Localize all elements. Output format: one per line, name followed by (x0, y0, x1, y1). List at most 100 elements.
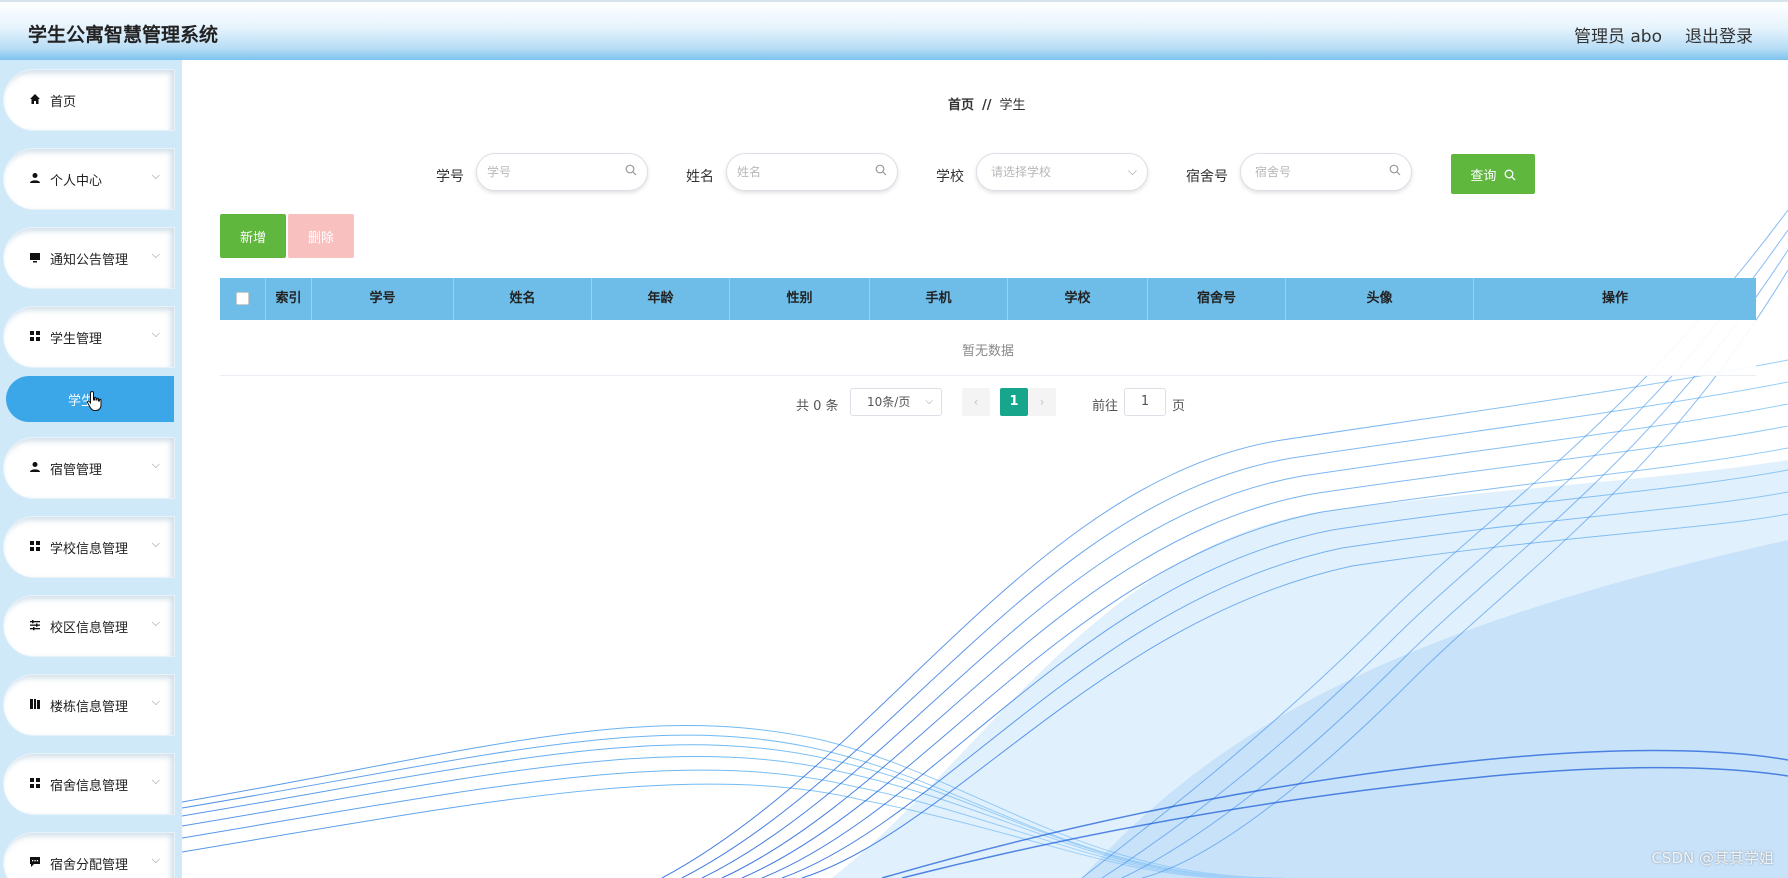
table-body: 暂无数据 (220, 320, 1756, 376)
school-label: 学校 (936, 169, 964, 185)
column-header[interactable]: 学校 (1008, 278, 1148, 320)
column-header[interactable]: 学号 (312, 278, 454, 320)
sidebar-item-label: 个人中心 (50, 174, 103, 189)
chevron-down-icon: ⌵ (151, 537, 160, 550)
page-size-select[interactable]: 10条/页 ⌵ (850, 388, 942, 416)
column-header[interactable]: 手机 (870, 278, 1008, 320)
sidebar-item-dorm-manager[interactable]: 宿管管理 ⌵ (4, 438, 174, 498)
monitor-icon (28, 251, 42, 265)
sidebar-item-notice[interactable]: 通知公告管理 ⌵ (4, 228, 174, 288)
column-header[interactable]: 年龄 (592, 278, 730, 320)
person-icon (28, 461, 42, 475)
sidebar-item-dorm-info[interactable]: 宿舍信息管理 ⌵ (4, 754, 174, 814)
breadcrumb: 首页 // 学生 (948, 94, 1026, 113)
add-button[interactable]: 新增 (220, 214, 286, 258)
sidebar-item-label: 宿管管理 (50, 463, 103, 478)
breadcrumb-current: 学生 (999, 98, 1026, 113)
column-header[interactable]: 性别 (730, 278, 870, 320)
table-header: 索引 学号 姓名 年龄 性别 手机 学校 宿舍号 头像 操作 (220, 278, 1756, 320)
chevron-down-icon: ⌵ (151, 774, 160, 787)
student-table: 索引 学号 姓名 年龄 性别 手机 学校 宿舍号 头像 操作 暂无数据 (220, 278, 1756, 376)
dorm-input[interactable] (1255, 163, 1405, 181)
school-select[interactable]: ⌵ (976, 153, 1148, 191)
student-id-label: 学号 (436, 169, 464, 185)
search-icon (625, 164, 637, 179)
chevron-down-icon: ⌵ (151, 616, 160, 629)
column-header: 头像 (1286, 278, 1474, 320)
book-icon (28, 698, 42, 712)
empty-state: 暂无数据 (961, 344, 1014, 359)
chevron-down-icon: ⌵ (151, 695, 160, 708)
goto-label: 前往 (1092, 399, 1119, 414)
sidebar-item-label: 宿舍信息管理 (50, 779, 129, 794)
sidebar-item-label: 通知公告管理 (50, 253, 129, 268)
column-header[interactable]: 宿舍号 (1148, 278, 1286, 320)
school-select-input[interactable] (991, 163, 1141, 181)
dorm-label: 宿舍号 (1186, 169, 1228, 185)
chevron-down-icon: ⌵ (151, 853, 160, 866)
sidebar-item-school-info[interactable]: 学校信息管理 ⌵ (4, 517, 174, 577)
goto-unit: 页 (1172, 399, 1186, 414)
grid-icon (28, 330, 42, 344)
home-icon (28, 93, 42, 107)
sidebar: 首页 个人中心 ⌵ 通知公告管理 ⌵ 学生管理 ⌵ 学生 宿管管理 ⌵ 学校信息… (0, 60, 182, 878)
sidebar-item-label: 学生管理 (50, 332, 103, 347)
sidebar-item-label: 首页 (50, 95, 77, 110)
select-all-cell (220, 278, 266, 320)
watermark: CSDN @其其学姐 (1651, 849, 1774, 867)
sidebar-item-home[interactable]: 首页 (4, 70, 174, 130)
chevron-down-icon: ⌵ (1127, 164, 1137, 178)
chevron-down-icon: ⌵ (151, 248, 160, 261)
breadcrumb-separator: // (982, 98, 992, 113)
prev-page-button[interactable]: ‹ (962, 388, 990, 416)
chat-icon (28, 856, 42, 870)
column-header: 操作 (1601, 291, 1628, 306)
goto-page-input[interactable]: 1 (1124, 388, 1166, 416)
search-icon (875, 164, 887, 179)
chevron-down-icon: ⌵ (925, 396, 933, 407)
sidebar-item-profile[interactable]: 个人中心 ⌵ (4, 149, 174, 209)
sidebar-item-student-mgmt[interactable]: 学生管理 ⌵ (4, 307, 174, 367)
sidebar-item-label: 宿舍分配管理 (50, 858, 129, 873)
breadcrumb-home[interactable]: 首页 (948, 98, 974, 113)
dorm-field[interactable] (1240, 153, 1412, 191)
search-icon (1389, 164, 1401, 179)
sidebar-item-label: 楼栋信息管理 (50, 700, 129, 715)
sidebar-item-label: 学校信息管理 (50, 542, 129, 557)
person-icon (28, 172, 42, 186)
chevron-down-icon: ⌵ (151, 458, 160, 471)
search-icon (1504, 169, 1516, 180)
page-size-value: 10条/页 (867, 395, 911, 409)
name-label: 姓名 (686, 169, 714, 185)
select-all-checkbox[interactable] (236, 292, 249, 305)
name-input[interactable] (737, 163, 887, 181)
column-header: 索引 (266, 278, 312, 320)
page-number-button[interactable]: 1 (1000, 388, 1028, 416)
pagination-total: 共 0 条 (796, 399, 839, 414)
chevron-down-icon: ⌵ (151, 327, 160, 340)
chevron-left-icon: ‹ (973, 395, 979, 409)
query-button-label: 查询 (1470, 168, 1497, 184)
name-field[interactable] (726, 153, 898, 191)
sliders-icon (28, 619, 42, 633)
sidebar-item-label: 校区信息管理 (50, 621, 129, 636)
student-id-field[interactable] (476, 153, 648, 191)
sidebar-item-campus-info[interactable]: 校区信息管理 ⌵ (4, 596, 174, 656)
sidebar-item-dorm-assign[interactable]: 宿舍分配管理 ⌵ (4, 833, 174, 878)
hand-cursor-icon (86, 390, 102, 411)
current-user: 管理员 abo (1573, 27, 1662, 47)
main-content: 首页 // 学生 学号 姓名 学校 ⌵ 宿舍号 查询 新增 删除 (182, 60, 1788, 878)
sidebar-item-building-info[interactable]: 楼栋信息管理 ⌵ (4, 675, 174, 735)
column-header[interactable]: 姓名 (454, 278, 592, 320)
grid-icon (28, 777, 42, 791)
chevron-down-icon: ⌵ (151, 169, 160, 182)
delete-button[interactable]: 删除 (288, 214, 354, 258)
chevron-right-icon: › (1039, 395, 1045, 409)
top-header: 学生公寓智慧管理系统 管理员 abo 退出登录 (0, 0, 1788, 60)
student-id-input[interactable] (487, 163, 637, 181)
logout-link[interactable]: 退出登录 (1685, 22, 1753, 47)
grid-icon (28, 540, 42, 554)
query-button[interactable]: 查询 (1451, 154, 1535, 194)
next-page-button[interactable]: › (1028, 388, 1056, 416)
app-title: 学生公寓智慧管理系统 (28, 24, 219, 46)
